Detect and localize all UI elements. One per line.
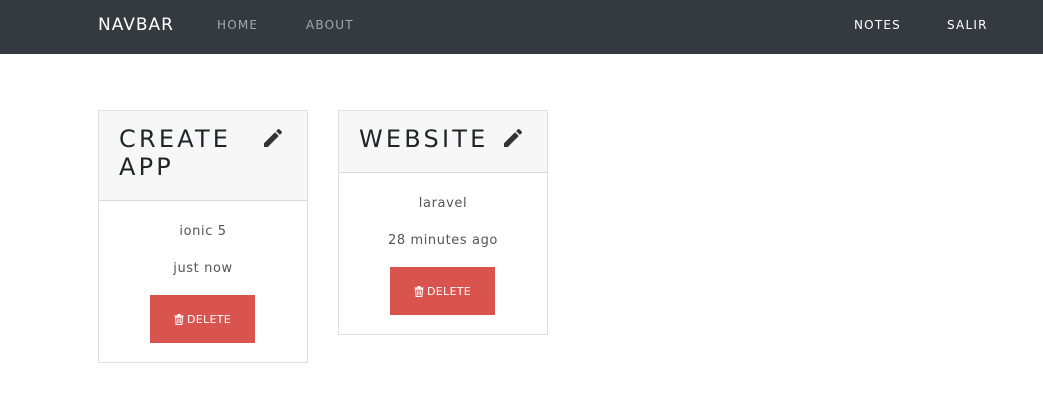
delete-button[interactable]: DELETE — [390, 267, 495, 315]
note-card: WEBSITE laravel 28 minutes ago DELETE — [338, 110, 548, 335]
note-card-body: ionic 5 just now DELETE — [99, 201, 307, 362]
note-card: CREATE APP ionic 5 just now DELETE — [98, 110, 308, 363]
note-title: CREATE APP — [119, 125, 232, 181]
delete-button-label: DELETE — [427, 284, 471, 298]
nav-link-home[interactable]: HOME — [217, 18, 258, 32]
trash-icon — [414, 285, 424, 297]
delete-button[interactable]: DELETE — [150, 295, 255, 343]
nav-link-notes[interactable]: NOTES — [854, 18, 901, 32]
note-content: ionic 5 — [179, 224, 227, 239]
note-title: WEBSITE — [359, 125, 489, 153]
note-time: just now — [173, 261, 233, 276]
nav-link-about[interactable]: ABOUT — [306, 18, 354, 32]
pencil-icon[interactable] — [261, 126, 285, 150]
note-card-body: laravel 28 minutes ago DELETE — [339, 173, 547, 334]
delete-button-label: DELETE — [187, 312, 231, 326]
note-card-header: CREATE APP — [99, 111, 307, 201]
note-content: laravel — [418, 196, 468, 211]
navbar: NAVBAR HOME ABOUT NOTES SALIR — [0, 0, 1043, 54]
pencil-icon[interactable] — [501, 126, 525, 150]
trash-icon — [174, 313, 184, 325]
navbar-brand[interactable]: NAVBAR — [98, 14, 174, 36]
note-time: 28 minutes ago — [387, 233, 498, 248]
note-card-header: WEBSITE — [339, 111, 547, 173]
nav-link-salir[interactable]: SALIR — [947, 18, 988, 32]
